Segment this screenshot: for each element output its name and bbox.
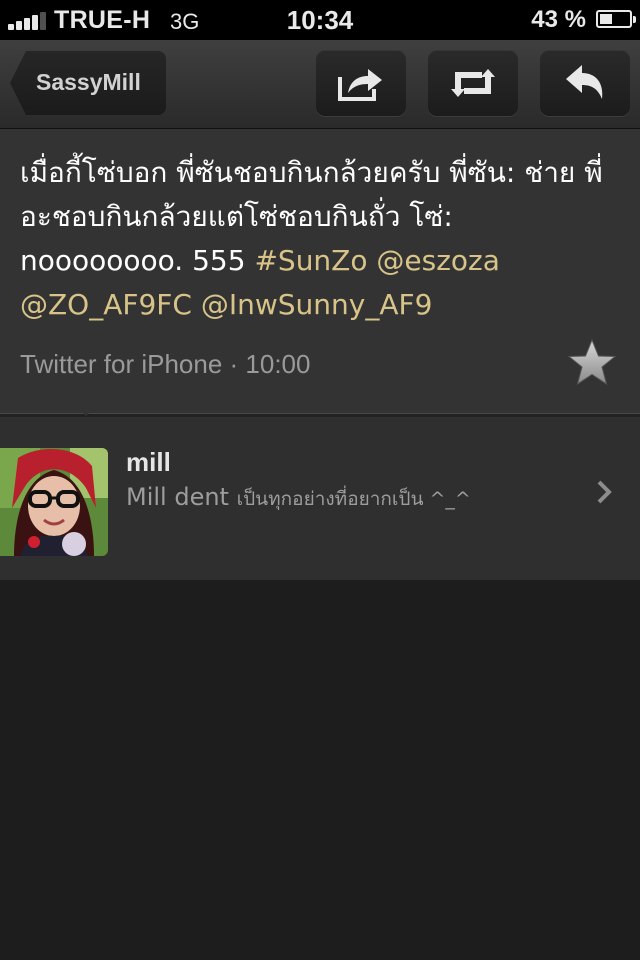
user-bio-name: Mill dent xyxy=(126,483,229,511)
tweet-source-time: Twitter for iPhone · 10:00 xyxy=(20,349,311,379)
user-row[interactable]: mill Mill dent เป็นทุกอย่างที่อยากเป็น ^… xyxy=(0,417,640,580)
tweet-detail: เมื่อกี้โซ่บอก พี่ซันชอบกินกล้วยครับ พี่… xyxy=(0,129,640,413)
status-bar: TRUE-H 3G 10:34 43 % xyxy=(0,0,640,40)
battery-icon xyxy=(596,10,636,28)
share-button[interactable] xyxy=(316,50,406,116)
retweet-icon xyxy=(451,69,495,97)
chevron-right-icon[interactable] xyxy=(596,479,612,505)
mention-link[interactable]: @InwSunny_AF9 xyxy=(201,288,433,321)
avatar[interactable] xyxy=(0,448,108,556)
navigation-bar: SassyMill xyxy=(0,40,640,129)
user-bio: Mill dent เป็นทุกอย่างที่อยากเป็น ^_^ xyxy=(126,483,471,514)
user-bio-text: เป็นทุกอย่างที่อยากเป็น ^_^ xyxy=(236,488,471,510)
reply-button[interactable] xyxy=(540,50,630,116)
divider-notch xyxy=(70,400,102,416)
share-icon xyxy=(338,69,382,101)
hashtag-link[interactable]: #SunZo xyxy=(254,244,367,277)
mention-link[interactable]: @ZO_AF9FC xyxy=(20,288,192,321)
retweet-button[interactable] xyxy=(428,50,518,116)
reply-icon xyxy=(566,65,603,99)
star-icon[interactable] xyxy=(566,337,618,389)
back-button[interactable]: SassyMill xyxy=(10,51,166,115)
back-button-label: SassyMill xyxy=(36,69,141,95)
mention-link[interactable]: @eszoza xyxy=(376,244,500,277)
battery-percent: 43 % xyxy=(531,6,586,33)
user-name: mill xyxy=(126,447,171,477)
tweet-text: เมื่อกี้โซ่บอก พี่ซันชอบกินกล้วยครับ พี่… xyxy=(20,151,620,327)
